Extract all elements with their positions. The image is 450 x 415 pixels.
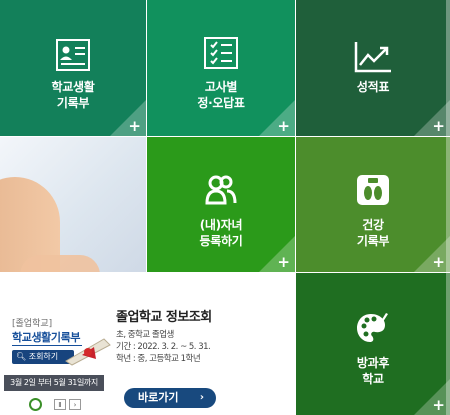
checklist-icon xyxy=(204,37,238,69)
plus-icon: + xyxy=(432,253,445,271)
plus-icon: + xyxy=(432,117,445,135)
tile-label: 방과후 xyxy=(356,356,390,370)
palette-icon xyxy=(357,313,388,342)
line-chart-icon xyxy=(354,42,391,73)
plus-icon: + xyxy=(277,117,290,135)
arrow-right-icon: › xyxy=(199,392,204,403)
plus-icon: + xyxy=(432,396,445,414)
tile-label: 고사별 xyxy=(204,80,238,94)
graduate-info-line: 초, 중학교 졸업생 xyxy=(116,330,174,340)
go-button-label: 바로가기 xyxy=(138,391,179,404)
tile-label: (내)자녀 xyxy=(199,218,243,232)
tile-health-record[interactable]: 건강 기록부 + xyxy=(296,137,450,272)
go-button[interactable]: 바로가기 › xyxy=(124,388,216,408)
scroll-edge xyxy=(446,0,450,415)
graduate-info-line: 학년 : 중, 고등학교 1학년 xyxy=(116,354,201,364)
tile-label: 학교생활 xyxy=(51,80,95,94)
pause-button[interactable]: Ⅱ xyxy=(54,399,66,410)
photo-figure-hand xyxy=(20,255,100,272)
promo-photo xyxy=(0,137,146,272)
plus-icon: + xyxy=(128,117,141,135)
scale-icon xyxy=(357,175,389,205)
view-button-label: 조회하기 xyxy=(28,352,59,361)
tile-register-child[interactable]: (내)자녀 등록하기 + xyxy=(147,137,295,272)
tile-label: 건강 xyxy=(362,218,384,232)
id-card-icon xyxy=(56,39,90,71)
period-badge: 3월 2일 부터 5월 31일까지 xyxy=(4,375,104,391)
tile-report-card[interactable]: 성적표 + xyxy=(296,0,450,136)
tile-label: 성적표 xyxy=(356,80,390,94)
graduate-title: 졸업학교 정보조회 xyxy=(116,310,212,325)
plus-icon: + xyxy=(277,253,290,271)
tile-exam-answers[interactable]: 고사별 정·오답표 + xyxy=(147,0,295,136)
diploma-ribbon-icon xyxy=(65,338,111,366)
graduate-banner: [졸업학교] 학교생활기록부 🔍︎ 조회하기 3월 2일 부터 5월 31일까지… xyxy=(0,273,295,415)
banner-category: [졸업학교] xyxy=(12,319,53,329)
people-icon xyxy=(205,175,237,205)
slide-indicator[interactable] xyxy=(29,398,42,411)
tile-after-school[interactable]: 방과후 학교 + xyxy=(296,273,450,415)
next-slide-button[interactable]: › xyxy=(69,399,81,410)
tile-school-record[interactable]: 학교생활 기록부 + xyxy=(0,0,146,136)
search-icon: 🔍︎ xyxy=(16,352,27,361)
graduate-info-line: 기간 : 2022. 3. 2. ~ 5. 31. xyxy=(116,342,211,352)
